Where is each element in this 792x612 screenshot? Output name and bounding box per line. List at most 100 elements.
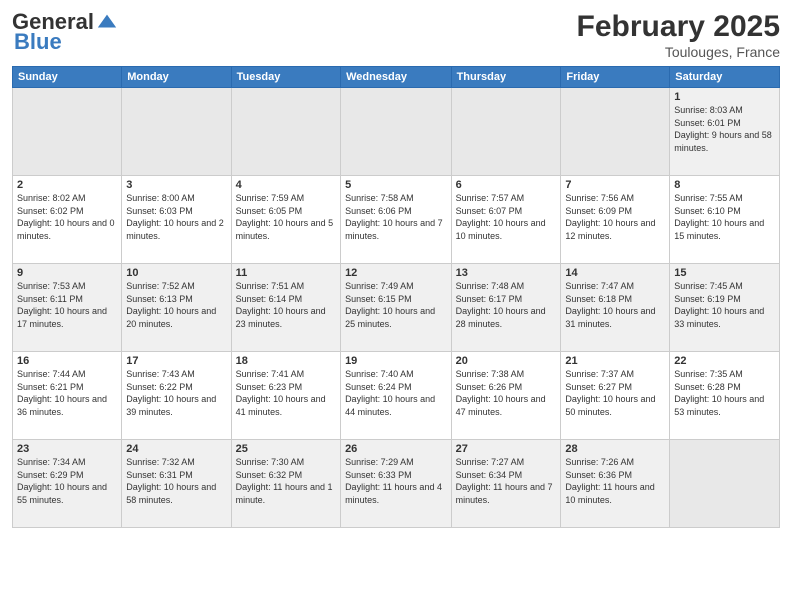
location: Toulouges, France xyxy=(577,44,780,60)
day-info: Sunrise: 7:53 AM Sunset: 6:11 PM Dayligh… xyxy=(17,280,117,330)
day-number: 16 xyxy=(17,355,117,367)
day-info: Sunrise: 7:44 AM Sunset: 6:21 PM Dayligh… xyxy=(17,368,117,418)
day-number: 26 xyxy=(345,443,447,455)
table-row: 11Sunrise: 7:51 AM Sunset: 6:14 PM Dayli… xyxy=(231,264,340,352)
day-number: 12 xyxy=(345,267,447,279)
day-info: Sunrise: 7:45 AM Sunset: 6:19 PM Dayligh… xyxy=(674,280,775,330)
table-row: 12Sunrise: 7:49 AM Sunset: 6:15 PM Dayli… xyxy=(341,264,452,352)
day-info: Sunrise: 7:51 AM Sunset: 6:14 PM Dayligh… xyxy=(236,280,336,330)
table-row: 27Sunrise: 7:27 AM Sunset: 6:34 PM Dayli… xyxy=(451,440,561,528)
table-row: 28Sunrise: 7:26 AM Sunset: 6:36 PM Dayli… xyxy=(561,440,670,528)
table-row xyxy=(561,88,670,176)
table-row: 6Sunrise: 7:57 AM Sunset: 6:07 PM Daylig… xyxy=(451,176,561,264)
day-number: 18 xyxy=(236,355,336,367)
day-info: Sunrise: 7:32 AM Sunset: 6:31 PM Dayligh… xyxy=(126,456,226,506)
table-row: 20Sunrise: 7:38 AM Sunset: 6:26 PM Dayli… xyxy=(451,352,561,440)
day-number: 1 xyxy=(674,91,775,103)
calendar-table: Sunday Monday Tuesday Wednesday Thursday… xyxy=(12,66,780,528)
calendar-week-row: 1Sunrise: 8:03 AM Sunset: 6:01 PM Daylig… xyxy=(13,88,780,176)
header: General Blue February 2025 Toulouges, Fr… xyxy=(12,10,780,60)
title-block: February 2025 Toulouges, France xyxy=(577,10,780,60)
day-number: 2 xyxy=(17,179,117,191)
day-number: 20 xyxy=(456,355,557,367)
table-row: 2Sunrise: 8:02 AM Sunset: 6:02 PM Daylig… xyxy=(13,176,122,264)
day-info: Sunrise: 7:47 AM Sunset: 6:18 PM Dayligh… xyxy=(565,280,665,330)
table-row xyxy=(670,440,780,528)
table-row: 16Sunrise: 7:44 AM Sunset: 6:21 PM Dayli… xyxy=(13,352,122,440)
day-number: 11 xyxy=(236,267,336,279)
day-info: Sunrise: 7:40 AM Sunset: 6:24 PM Dayligh… xyxy=(345,368,447,418)
table-row: 26Sunrise: 7:29 AM Sunset: 6:33 PM Dayli… xyxy=(341,440,452,528)
day-info: Sunrise: 7:55 AM Sunset: 6:10 PM Dayligh… xyxy=(674,192,775,242)
day-info: Sunrise: 7:52 AM Sunset: 6:13 PM Dayligh… xyxy=(126,280,226,330)
logo: General Blue xyxy=(12,10,118,54)
day-number: 21 xyxy=(565,355,665,367)
table-row xyxy=(231,88,340,176)
table-row: 14Sunrise: 7:47 AM Sunset: 6:18 PM Dayli… xyxy=(561,264,670,352)
table-row xyxy=(13,88,122,176)
day-number: 22 xyxy=(674,355,775,367)
day-info: Sunrise: 7:26 AM Sunset: 6:36 PM Dayligh… xyxy=(565,456,665,506)
logo-icon xyxy=(96,11,118,33)
table-row: 25Sunrise: 7:30 AM Sunset: 6:32 PM Dayli… xyxy=(231,440,340,528)
day-number: 13 xyxy=(456,267,557,279)
table-row xyxy=(122,88,231,176)
col-wednesday: Wednesday xyxy=(341,67,452,88)
col-sunday: Sunday xyxy=(13,67,122,88)
day-number: 10 xyxy=(126,267,226,279)
calendar-week-row: 2Sunrise: 8:02 AM Sunset: 6:02 PM Daylig… xyxy=(13,176,780,264)
table-row: 18Sunrise: 7:41 AM Sunset: 6:23 PM Dayli… xyxy=(231,352,340,440)
table-row: 1Sunrise: 8:03 AM Sunset: 6:01 PM Daylig… xyxy=(670,88,780,176)
day-info: Sunrise: 7:38 AM Sunset: 6:26 PM Dayligh… xyxy=(456,368,557,418)
day-info: Sunrise: 8:02 AM Sunset: 6:02 PM Dayligh… xyxy=(17,192,117,242)
day-info: Sunrise: 7:56 AM Sunset: 6:09 PM Dayligh… xyxy=(565,192,665,242)
calendar-week-row: 9Sunrise: 7:53 AM Sunset: 6:11 PM Daylig… xyxy=(13,264,780,352)
table-row: 9Sunrise: 7:53 AM Sunset: 6:11 PM Daylig… xyxy=(13,264,122,352)
month-title: February 2025 xyxy=(577,10,780,44)
day-info: Sunrise: 7:57 AM Sunset: 6:07 PM Dayligh… xyxy=(456,192,557,242)
day-info: Sunrise: 7:27 AM Sunset: 6:34 PM Dayligh… xyxy=(456,456,557,506)
table-row: 21Sunrise: 7:37 AM Sunset: 6:27 PM Dayli… xyxy=(561,352,670,440)
day-number: 25 xyxy=(236,443,336,455)
table-row: 15Sunrise: 7:45 AM Sunset: 6:19 PM Dayli… xyxy=(670,264,780,352)
day-info: Sunrise: 7:34 AM Sunset: 6:29 PM Dayligh… xyxy=(17,456,117,506)
table-row: 22Sunrise: 7:35 AM Sunset: 6:28 PM Dayli… xyxy=(670,352,780,440)
calendar-header-row: Sunday Monday Tuesday Wednesday Thursday… xyxy=(13,67,780,88)
calendar-week-row: 23Sunrise: 7:34 AM Sunset: 6:29 PM Dayli… xyxy=(13,440,780,528)
table-row: 7Sunrise: 7:56 AM Sunset: 6:09 PM Daylig… xyxy=(561,176,670,264)
day-number: 15 xyxy=(674,267,775,279)
table-row xyxy=(451,88,561,176)
day-info: Sunrise: 8:03 AM Sunset: 6:01 PM Dayligh… xyxy=(674,104,775,154)
day-info: Sunrise: 7:43 AM Sunset: 6:22 PM Dayligh… xyxy=(126,368,226,418)
day-number: 8 xyxy=(674,179,775,191)
day-info: Sunrise: 7:35 AM Sunset: 6:28 PM Dayligh… xyxy=(674,368,775,418)
calendar-week-row: 16Sunrise: 7:44 AM Sunset: 6:21 PM Dayli… xyxy=(13,352,780,440)
day-info: Sunrise: 7:49 AM Sunset: 6:15 PM Dayligh… xyxy=(345,280,447,330)
table-row: 23Sunrise: 7:34 AM Sunset: 6:29 PM Dayli… xyxy=(13,440,122,528)
table-row xyxy=(341,88,452,176)
day-number: 28 xyxy=(565,443,665,455)
day-info: Sunrise: 7:37 AM Sunset: 6:27 PM Dayligh… xyxy=(565,368,665,418)
table-row: 4Sunrise: 7:59 AM Sunset: 6:05 PM Daylig… xyxy=(231,176,340,264)
day-info: Sunrise: 7:41 AM Sunset: 6:23 PM Dayligh… xyxy=(236,368,336,418)
day-info: Sunrise: 8:00 AM Sunset: 6:03 PM Dayligh… xyxy=(126,192,226,242)
day-number: 27 xyxy=(456,443,557,455)
day-number: 23 xyxy=(17,443,117,455)
day-info: Sunrise: 7:30 AM Sunset: 6:32 PM Dayligh… xyxy=(236,456,336,506)
day-number: 4 xyxy=(236,179,336,191)
table-row: 24Sunrise: 7:32 AM Sunset: 6:31 PM Dayli… xyxy=(122,440,231,528)
col-thursday: Thursday xyxy=(451,67,561,88)
col-friday: Friday xyxy=(561,67,670,88)
day-number: 9 xyxy=(17,267,117,279)
day-number: 17 xyxy=(126,355,226,367)
table-row: 5Sunrise: 7:58 AM Sunset: 6:06 PM Daylig… xyxy=(341,176,452,264)
table-row: 19Sunrise: 7:40 AM Sunset: 6:24 PM Dayli… xyxy=(341,352,452,440)
table-row: 8Sunrise: 7:55 AM Sunset: 6:10 PM Daylig… xyxy=(670,176,780,264)
table-row: 17Sunrise: 7:43 AM Sunset: 6:22 PM Dayli… xyxy=(122,352,231,440)
page-container: General Blue February 2025 Toulouges, Fr… xyxy=(0,0,792,534)
col-tuesday: Tuesday xyxy=(231,67,340,88)
table-row: 3Sunrise: 8:00 AM Sunset: 6:03 PM Daylig… xyxy=(122,176,231,264)
day-info: Sunrise: 7:59 AM Sunset: 6:05 PM Dayligh… xyxy=(236,192,336,242)
day-number: 5 xyxy=(345,179,447,191)
table-row: 13Sunrise: 7:48 AM Sunset: 6:17 PM Dayli… xyxy=(451,264,561,352)
